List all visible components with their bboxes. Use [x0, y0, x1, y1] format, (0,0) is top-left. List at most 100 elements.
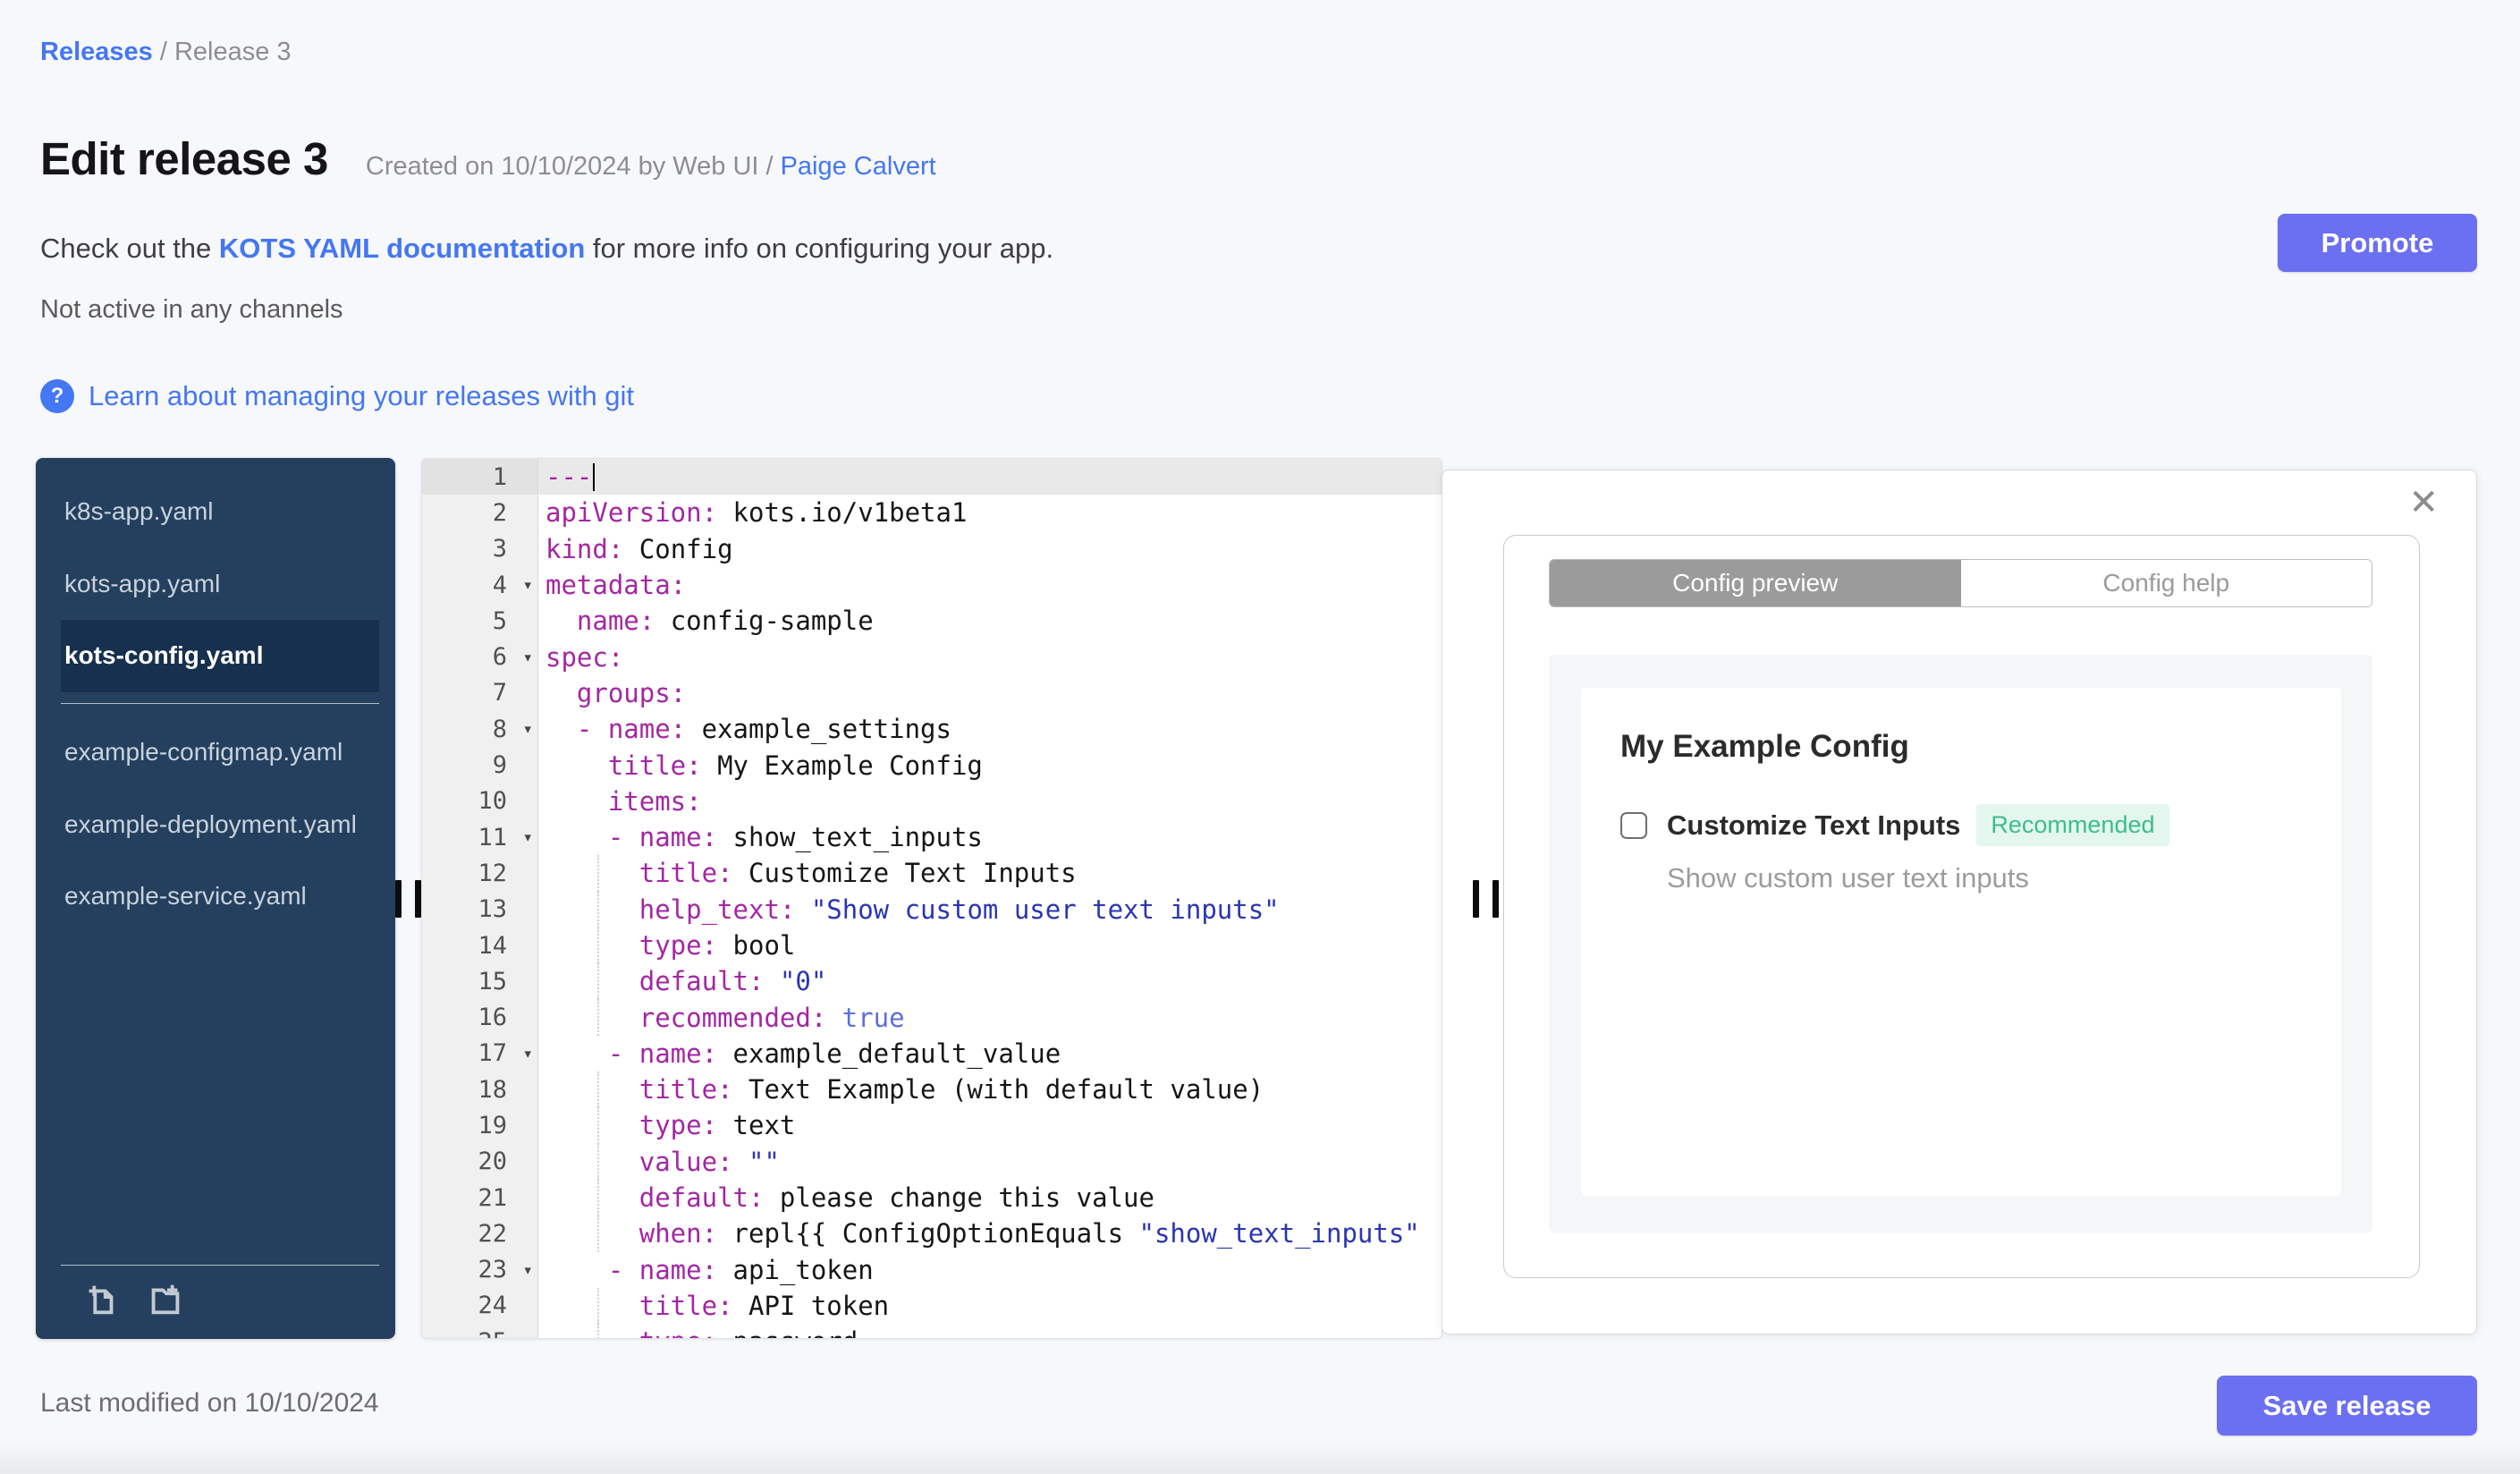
code-text: --- [538, 459, 1442, 496]
line-number: 7 [422, 674, 538, 712]
code-line-19: 19 type: text [422, 1107, 1442, 1144]
code-line-14: 14 type: bool [422, 927, 1442, 964]
tab-config-help[interactable]: Config help [1960, 560, 2372, 606]
line-number: 5 [422, 603, 538, 640]
file-k8s-app.yaml[interactable]: k8s-app.yaml [61, 476, 379, 548]
code-text: name: config-sample [576, 606, 874, 637]
line-number: 17 ▾ [422, 1035, 538, 1072]
code-text: default: "0" [538, 963, 1442, 1000]
code-text: title: Text Example (with default value) [538, 1072, 1442, 1108]
code-line-9: 9 title: My Example Config [422, 747, 1442, 784]
code-line-5: 5 name: config-sample [422, 603, 1442, 640]
code-line-23: 23 ▾ - name: api_token [422, 1251, 1442, 1288]
line-number: 15 [422, 963, 538, 1000]
fold-toggle-icon[interactable]: ▾ [523, 719, 533, 739]
author-link[interactable]: Paige Calvert [781, 152, 936, 181]
line-number: 20 [422, 1143, 538, 1180]
config-help-text: Show custom user text inputs [1667, 862, 2029, 894]
line-number: 16 [422, 999, 538, 1036]
file-sidebar: k8s-app.yaml kots-app.yaml kots-config.yam… [36, 458, 395, 1339]
line-number: 8 ▾ [422, 711, 538, 748]
save-release-button[interactable]: Save release [2217, 1376, 2477, 1436]
sidebar-footer-divider [61, 1265, 379, 1266]
line-number: 13 [422, 891, 538, 928]
promote-button[interactable]: Promote [2278, 214, 2477, 272]
code-line-7: 7 groups: [422, 674, 1442, 712]
code-text: - name: api_token [607, 1254, 874, 1285]
code-text: groups: [576, 677, 687, 708]
recommended-badge: Recommended [1976, 804, 2169, 846]
code-text: type: bool [538, 927, 1442, 964]
created-text: Created on 10/10/2024 by Web UI / [365, 152, 774, 181]
file-example-configmap.yaml[interactable]: example-configmap.yaml [61, 716, 379, 789]
code-line-25: 25 type: password [422, 1324, 1442, 1338]
fold-toggle-icon[interactable]: ▾ [523, 827, 533, 847]
code-area: 1 --- 2 apiVersion: kots.io/v1beta1 3 kind: C… [422, 459, 1442, 1338]
config-item-title: Customize Text Inputs [1667, 809, 1961, 841]
code-line-24: 24 title: API token [422, 1287, 1442, 1325]
code-text: default: please change this value [538, 1179, 1442, 1216]
last-modified-text: Last modified on 10/10/2024 [40, 1388, 379, 1418]
created-info: Created on 10/10/2024 by Web UI / Paige C… [366, 152, 936, 182]
line-number: 23 ▾ [422, 1251, 538, 1288]
fold-toggle-icon[interactable]: ▾ [523, 1260, 533, 1280]
file-kots-config.yaml[interactable]: kots-config.yaml [61, 620, 379, 692]
fold-toggle-icon[interactable]: ▾ [523, 1044, 533, 1063]
code-line-1: 1 --- [422, 459, 1442, 496]
fold-toggle-icon[interactable]: ▾ [523, 648, 533, 667]
fold-toggle-icon[interactable]: ▾ [523, 575, 533, 595]
code-line-18: 18 title: Text Example (with default val… [422, 1072, 1442, 1108]
code-text: title: Customize Text Inputs [538, 855, 1442, 892]
add-folder-icon[interactable] [145, 1278, 186, 1319]
tab-config-preview[interactable]: Config preview [1550, 560, 1961, 606]
git-releases-link[interactable]: Learn about managing your releases with … [89, 380, 634, 412]
question-mark-icon: ? [40, 379, 74, 413]
code-text: spec: [545, 641, 624, 673]
code-line-20: 20 value: "" [422, 1143, 1442, 1180]
workspace: k8s-app.yaml kots-app.yaml kots-config.yam… [36, 458, 2478, 1339]
code-text: kind: Config [545, 533, 733, 564]
line-number: 4 ▾ [422, 566, 538, 604]
git-help-row: ? Learn about managing your releases wit… [40, 379, 634, 413]
code-line-22: 22 when: repl{{ ConfigOptionEquals "show… [422, 1216, 1442, 1252]
config-preview-area: My Example Config Customize Text Inputs … [1549, 655, 2372, 1233]
code-line-6: 6 ▾ spec: [422, 639, 1442, 675]
code-line-12: 12 title: Customize Text Inputs [422, 855, 1442, 892]
config-group-title: My Example Config [1620, 729, 1909, 764]
yaml-editor[interactable]: 1 --- 2 apiVersion: kots.io/v1beta1 3 kind: C… [421, 458, 1442, 1339]
title-row: Edit release 3 Created on 10/10/2024 by … [40, 132, 936, 185]
line-number: 24 [422, 1287, 538, 1325]
code-text: type: password [538, 1324, 1442, 1338]
config-card: My Example Config Customize Text Inputs … [1581, 688, 2341, 1196]
breadcrumb-releases-link[interactable]: Releases [40, 38, 153, 66]
line-number: 22 [422, 1216, 538, 1252]
line-number: 2 [422, 495, 538, 531]
code-line-16: 16 recommended: true [422, 999, 1442, 1036]
code-text: help_text: "Show custom user text inputs… [538, 891, 1442, 928]
bottom-shade [0, 1442, 2520, 1474]
customize-text-inputs-checkbox[interactable] [1620, 811, 1647, 839]
sidebar-resize-handle[interactable] [395, 880, 422, 918]
line-number: 10 [422, 783, 538, 819]
code-text: type: text [538, 1107, 1442, 1144]
line-number: 6 ▾ [422, 639, 538, 675]
code-line-13: 13 help_text: "Show custom user text inp… [422, 891, 1442, 928]
file-example-service.yaml[interactable]: example-service.yaml [61, 860, 379, 933]
file-list-kots: k8s-app.yaml kots-app.yaml kots-config.yam… [36, 476, 395, 692]
code-text: metadata: [545, 570, 687, 601]
code-text: - name: show_text_inputs [607, 822, 983, 853]
code-text: - name: example_settings [576, 714, 951, 745]
breadcrumb: Releases / Release 3 [40, 38, 292, 67]
code-text: value: "" [538, 1143, 1442, 1180]
add-file-icon[interactable] [80, 1278, 122, 1319]
code-text: title: API token [538, 1287, 1442, 1325]
channel-status: Not active in any channels [40, 295, 343, 324]
file-example-deployment.yaml[interactable]: example-deployment.yaml [61, 789, 379, 861]
preview-resize-handle[interactable] [1473, 880, 1500, 918]
line-number: 9 [422, 747, 538, 784]
kots-yaml-docs-link[interactable]: KOTS YAML documentation [219, 233, 585, 264]
close-icon[interactable]: ✕ [2408, 485, 2439, 521]
code-line-17: 17 ▾ - name: example_default_value [422, 1035, 1442, 1072]
file-kots-app.yaml[interactable]: kots-app.yaml [61, 548, 379, 621]
breadcrumb-separator: / [152, 38, 174, 66]
